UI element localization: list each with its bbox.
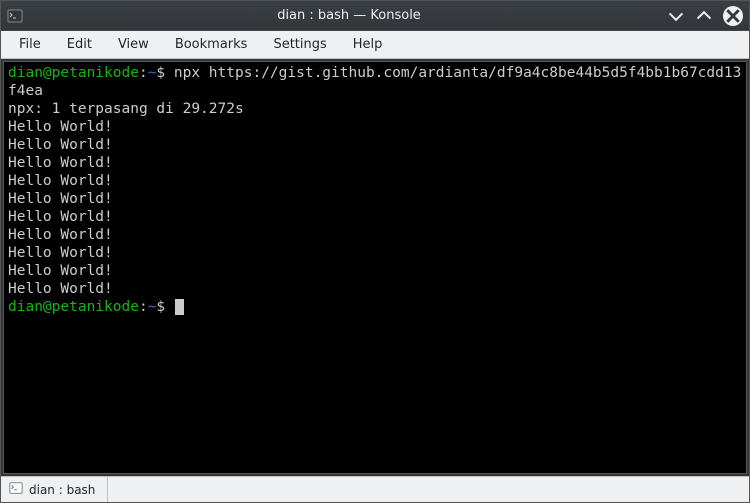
prompt-symbol: $: [156, 299, 165, 315]
menubar: File Edit View Bookmarks Settings Help: [1, 31, 749, 59]
terminal-viewport[interactable]: dian@petanikode:~$ npx https://gist.gith…: [3, 61, 747, 474]
output-install-line: npx: 1 terpasang di 29.272s: [8, 101, 244, 117]
minimize-button[interactable]: [667, 7, 685, 25]
window-title: dian : bash — Konsole: [31, 8, 667, 23]
output-line: Hello World!: [8, 227, 113, 243]
titlebar[interactable]: dian : bash — Konsole: [1, 1, 749, 31]
output-line: Hello World!: [8, 281, 113, 297]
output-line: Hello World!: [8, 263, 113, 279]
output-line: Hello World!: [8, 119, 113, 135]
maximize-button[interactable]: [695, 7, 713, 25]
menu-bookmarks[interactable]: Bookmarks: [163, 33, 260, 56]
prompt-colon: :: [139, 65, 148, 81]
tabbar: dian : bash: [1, 476, 749, 502]
menu-view[interactable]: View: [106, 33, 161, 56]
close-button[interactable]: [723, 6, 743, 26]
menu-file[interactable]: File: [7, 33, 53, 56]
tab-session[interactable]: dian : bash: [1, 477, 108, 502]
menu-help[interactable]: Help: [341, 33, 395, 56]
prompt-colon: :: [139, 299, 148, 315]
cursor-block: [175, 299, 184, 315]
output-line: Hello World!: [8, 137, 113, 153]
prompt-space: [165, 65, 174, 81]
konsole-window: dian : bash — Konsole File Edit View Boo…: [0, 0, 750, 503]
tab-label: dian : bash: [29, 483, 95, 497]
menu-edit[interactable]: Edit: [55, 33, 104, 56]
output-line: Hello World!: [8, 245, 113, 261]
output-line: Hello World!: [8, 173, 113, 189]
output-line: Hello World!: [8, 209, 113, 225]
prompt-space: [165, 299, 174, 315]
prompt-user-host: dian@petanikode: [8, 299, 139, 315]
menu-settings[interactable]: Settings: [261, 33, 338, 56]
prompt-user-host: dian@petanikode: [8, 65, 139, 81]
terminal-app-icon: [7, 8, 23, 24]
output-line: Hello World!: [8, 155, 113, 171]
window-controls: [667, 6, 743, 26]
output-line: Hello World!: [8, 191, 113, 207]
terminal-tab-icon: [9, 481, 23, 498]
prompt-symbol: $: [156, 65, 165, 81]
